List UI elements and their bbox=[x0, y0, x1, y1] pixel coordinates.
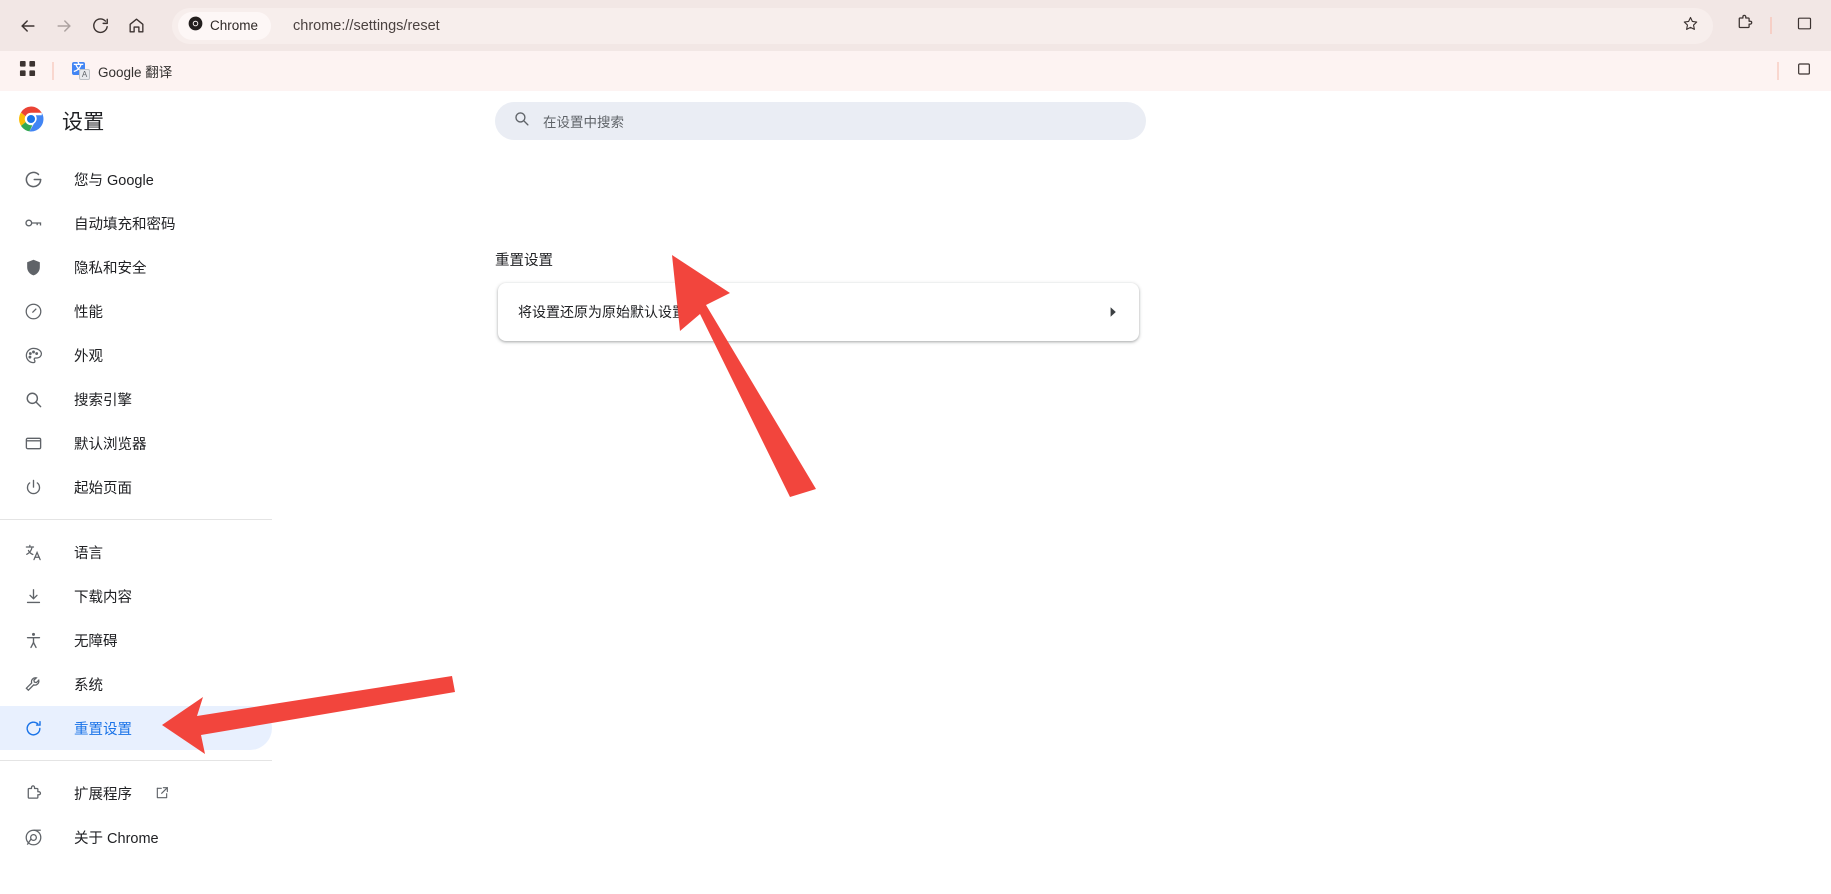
sidebar-item-languages[interactable]: 语言 bbox=[0, 530, 272, 574]
bookmarks-bar: 文A Google 翻译 bbox=[0, 51, 1831, 91]
sidebar-item-default-browser[interactable]: 默认浏览器 bbox=[0, 421, 272, 465]
sidebar-divider-1 bbox=[0, 519, 272, 520]
sidebar-divider-2 bbox=[0, 760, 272, 761]
reload-button[interactable] bbox=[82, 8, 118, 44]
search-icon bbox=[22, 388, 44, 410]
sidebar-item-label: 无障碍 bbox=[74, 633, 118, 650]
sidebar-item-appearance[interactable]: 外观 bbox=[0, 333, 272, 377]
sidebar-item-you-and-google[interactable]: 您与 Google bbox=[0, 157, 272, 201]
sidebar-item-search-engine[interactable]: 搜索引擎 bbox=[0, 377, 272, 421]
sidebar-item-label: 隐私和安全 bbox=[74, 260, 147, 277]
key-icon bbox=[22, 212, 44, 234]
sidebar-item-label: 性能 bbox=[74, 304, 103, 321]
sidebar-item-accessibility[interactable]: 无障碍 bbox=[0, 618, 272, 662]
sidebar-item-label: 语言 bbox=[74, 545, 103, 562]
reload-icon bbox=[91, 16, 110, 35]
open-in-new-icon bbox=[154, 785, 170, 801]
bookmark-item-google-translate[interactable]: 文A Google 翻译 bbox=[64, 57, 180, 85]
settings-main: 在设置中搜索 重置设置 将设置还原为原始默认设置 bbox=[272, 91, 1831, 894]
sidebar-group-2: 语言 下载内容 无障碍 系统 重置设置 bbox=[0, 530, 272, 750]
browser-window-icon bbox=[1796, 61, 1812, 82]
sidebar-item-reset-settings[interactable]: 重置设置 bbox=[0, 706, 272, 750]
sidebar-item-label: 默认浏览器 bbox=[74, 436, 147, 453]
section-title-reset-settings: 重置设置 bbox=[495, 253, 553, 269]
bookmarks-divider bbox=[52, 62, 54, 80]
arrow-right-icon bbox=[54, 16, 74, 36]
sidebar-item-system[interactable]: 系统 bbox=[0, 662, 272, 706]
bookmarks-right-divider bbox=[1777, 62, 1779, 80]
reset-circular-arrow-icon bbox=[22, 717, 44, 739]
window-controls-button[interactable] bbox=[1787, 9, 1821, 43]
google-g-icon bbox=[22, 168, 44, 190]
sidebar-item-on-startup[interactable]: 起始页面 bbox=[0, 465, 272, 509]
page-title: 设置 bbox=[62, 111, 105, 134]
settings-sidebar: 设置 您与 Google 自动填充和密码 隐私和安全 性能 外观 搜索引擎 默认… bbox=[0, 91, 272, 894]
chrome-outline-icon bbox=[22, 826, 44, 848]
chrome-icon bbox=[188, 16, 203, 36]
sidebar-item-label: 关于 Chrome bbox=[74, 830, 159, 847]
star-outline-icon bbox=[1682, 15, 1699, 37]
bookmarks-overflow-button[interactable] bbox=[1789, 56, 1819, 86]
download-icon bbox=[22, 585, 44, 607]
home-icon bbox=[127, 16, 146, 35]
speedometer-icon bbox=[22, 300, 44, 322]
browser-window-icon bbox=[1796, 15, 1813, 37]
search-input[interactable]: 在设置中搜索 bbox=[495, 102, 1146, 140]
settings-search: 在设置中搜索 bbox=[495, 102, 1146, 140]
restore-settings-to-defaults-row[interactable]: 将设置还原为原始默认设置 bbox=[498, 283, 1139, 341]
bookmarks-apps-button[interactable] bbox=[12, 56, 42, 86]
restore-settings-label: 将设置还原为原始默认设置 bbox=[518, 304, 686, 320]
puzzle-piece-icon bbox=[1735, 14, 1754, 38]
sidebar-item-extensions[interactable]: 扩展程序 bbox=[0, 771, 272, 815]
forward-button[interactable] bbox=[46, 8, 82, 44]
search-icon bbox=[513, 110, 530, 132]
sidebar-item-label: 自动填充和密码 bbox=[74, 216, 176, 233]
accessibility-icon bbox=[22, 629, 44, 651]
bookmark-star-button[interactable] bbox=[1675, 11, 1705, 41]
search-placeholder-text: 在设置中搜索 bbox=[543, 115, 624, 130]
extensions-button[interactable] bbox=[1727, 9, 1761, 43]
toolbar-divider bbox=[1770, 17, 1772, 34]
sidebar-item-autofill-passwords[interactable]: 自动填充和密码 bbox=[0, 201, 272, 245]
sidebar-group-3: 扩展程序 关于 Chrome bbox=[0, 771, 272, 859]
sidebar-item-label: 搜索引擎 bbox=[74, 392, 132, 409]
wrench-icon bbox=[22, 673, 44, 695]
sidebar-item-downloads[interactable]: 下载内容 bbox=[0, 574, 272, 618]
reset-settings-card: 将设置还原为原始默认设置 bbox=[498, 283, 1139, 341]
arrow-left-icon bbox=[18, 16, 38, 36]
sidebar-item-privacy-security[interactable]: 隐私和安全 bbox=[0, 245, 272, 289]
sidebar-item-performance[interactable]: 性能 bbox=[0, 289, 272, 333]
google-translate-icon: 文A bbox=[72, 62, 90, 80]
bookmark-item-label: Google 翻译 bbox=[98, 65, 173, 80]
apps-grid-icon bbox=[19, 60, 36, 82]
sidebar-item-label: 系统 bbox=[74, 677, 103, 694]
chrome-logo-icon bbox=[18, 106, 44, 137]
sidebar-item-label: 起始页面 bbox=[74, 480, 132, 497]
browser-toolbar: Chrome chrome://settings/reset bbox=[0, 0, 1831, 51]
chevron-right-icon bbox=[1107, 306, 1119, 318]
shield-icon bbox=[22, 256, 44, 278]
power-icon bbox=[22, 476, 44, 498]
back-button[interactable] bbox=[10, 8, 46, 44]
sidebar-item-label: 扩展程序 bbox=[74, 786, 132, 803]
sidebar-item-about-chrome[interactable]: 关于 Chrome bbox=[0, 815, 272, 859]
palette-icon bbox=[22, 344, 44, 366]
translate-icon bbox=[22, 541, 44, 563]
sidebar-item-label: 外观 bbox=[74, 348, 103, 365]
extension-puzzle-icon bbox=[22, 782, 44, 804]
settings-brand: 设置 bbox=[0, 93, 272, 149]
sidebar-group-1: 您与 Google 自动填充和密码 隐私和安全 性能 外观 搜索引擎 默认浏览器… bbox=[0, 157, 272, 509]
omnibox-chrome-chip[interactable]: Chrome bbox=[178, 11, 272, 40]
home-button[interactable] bbox=[118, 8, 154, 44]
omnibox-chip-label: Chrome bbox=[210, 18, 259, 33]
sidebar-item-label: 下载内容 bbox=[74, 589, 132, 606]
settings-page: 设置 您与 Google 自动填充和密码 隐私和安全 性能 外观 搜索引擎 默认… bbox=[0, 91, 1831, 894]
sidebar-item-label: 您与 Google bbox=[74, 172, 154, 189]
sidebar-item-label: 重置设置 bbox=[74, 721, 132, 738]
address-bar[interactable]: Chrome chrome://settings/reset bbox=[172, 7, 1713, 44]
omnibox-url-text: chrome://settings/reset bbox=[293, 17, 440, 34]
browser-window-icon bbox=[22, 432, 44, 454]
